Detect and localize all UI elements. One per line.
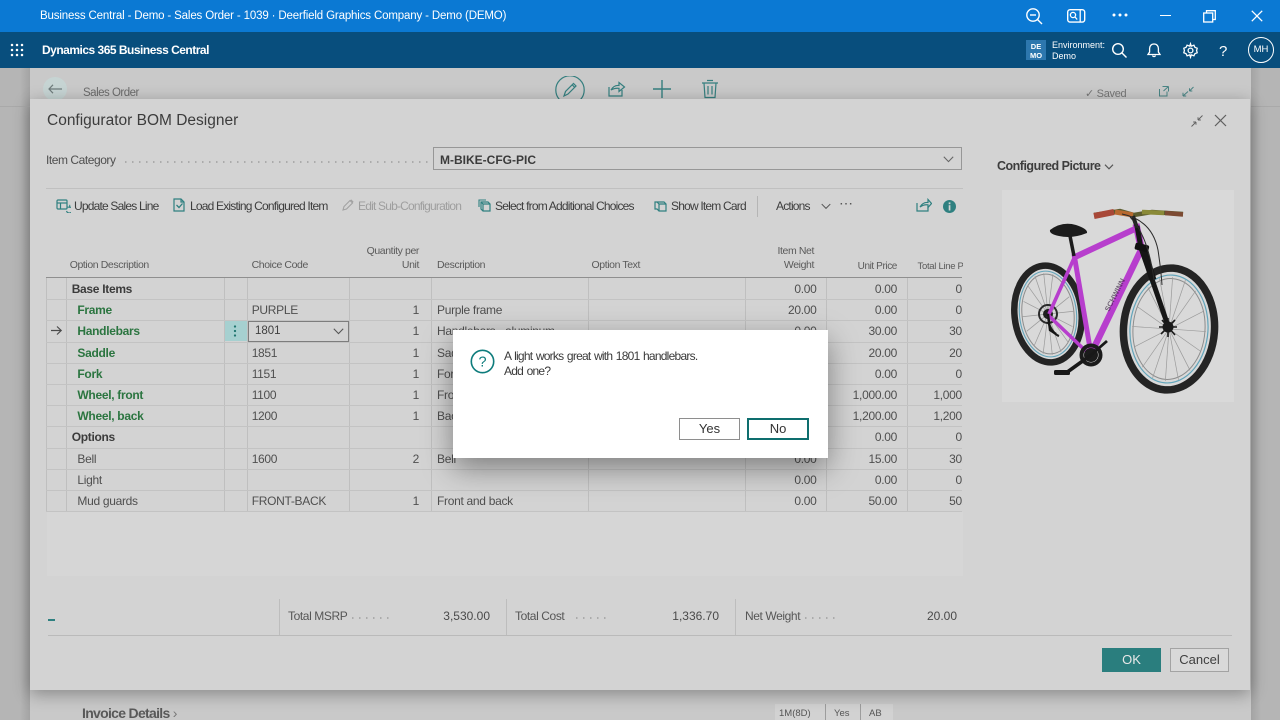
svg-text:?: ? bbox=[478, 355, 486, 371]
